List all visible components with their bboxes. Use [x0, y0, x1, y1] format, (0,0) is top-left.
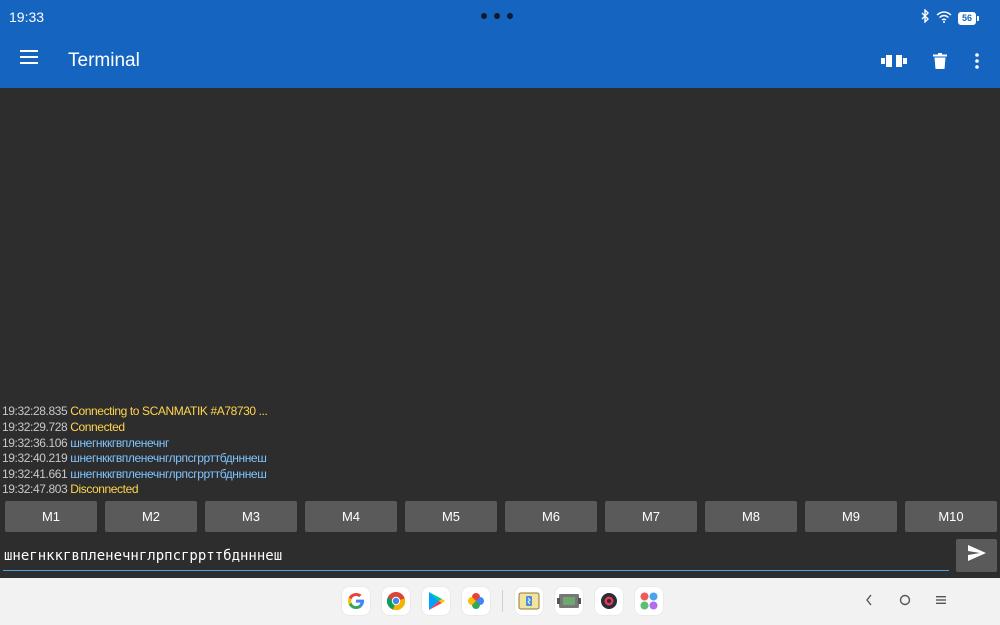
system-taskbar: [0, 578, 1000, 625]
log-message: шнегнккгвпленечнг: [70, 435, 169, 450]
play-store-app-icon[interactable]: [422, 587, 450, 615]
scanner-app-icon[interactable]: [555, 587, 583, 615]
log-timestamp: 19:32:41.661: [2, 466, 68, 481]
log-timestamp: 19:32:29.728: [2, 420, 68, 435]
macro-button-m2[interactable]: M2: [105, 501, 197, 532]
trash-icon[interactable]: [926, 49, 954, 73]
log-message: шнегнккгвпленечнглрпсгррттбднннеш: [70, 466, 267, 481]
dock-divider: [502, 590, 503, 612]
chrome-app-icon[interactable]: [382, 587, 410, 615]
log-line: 19:32:40.219 шнегнккгвпленечнглрпсгррттб…: [2, 451, 267, 467]
log-timestamp: 19:32:47.803: [2, 482, 68, 497]
battery-icon: 56: [957, 12, 980, 25]
status-indicators: 56: [920, 8, 980, 28]
log-timestamp: 19:32:36.106: [2, 435, 68, 450]
google-app-icon[interactable]: [342, 587, 370, 615]
app-drawer-icon[interactable]: [635, 587, 663, 615]
macro-button-m9[interactable]: M9: [805, 501, 897, 532]
hamburger-menu-icon[interactable]: [20, 50, 40, 70]
terminal-output[interactable]: 19:32:28.835 Connecting to SCANMATIK #A7…: [0, 88, 1000, 498]
connect-toggle-icon[interactable]: [880, 49, 908, 73]
macro-button-m8[interactable]: M8: [705, 501, 797, 532]
log-message: шнегнккгвпленечнглрпсгррттбднннеш: [70, 451, 267, 466]
send-input[interactable]: [3, 541, 949, 571]
overflow-menu-icon[interactable]: [972, 49, 982, 73]
status-time: 19:33: [9, 9, 45, 25]
terminal-log: 19:32:28.835 Connecting to SCANMATIK #A7…: [2, 404, 268, 498]
send-button[interactable]: [956, 539, 997, 572]
send-icon: [967, 544, 987, 567]
bluetooth-icon: [920, 8, 930, 28]
app-toolbar: Terminal: [0, 33, 1000, 88]
macro-button-m1[interactable]: M1: [5, 501, 97, 532]
log-message: Disconnected: [70, 482, 139, 497]
page-title: Terminal: [68, 50, 140, 71]
log-timestamp: 19:32:28.835: [2, 404, 68, 419]
log-message: Connecting to SCANMATIK #A78730 ...: [70, 404, 268, 419]
camera-app-icon[interactable]: [595, 587, 623, 615]
log-line: 19:32:47.803 Disconnected: [2, 482, 267, 498]
log-message: Connected: [70, 420, 125, 435]
recents-icon[interactable]: [934, 590, 948, 610]
multitask-dots[interactable]: [481, 13, 513, 19]
log-line: 19:32:41.661 шнегнккгвпленечнглрпсгррттб…: [2, 467, 267, 483]
app-dock: [342, 587, 663, 615]
back-icon[interactable]: [862, 590, 876, 610]
serial-bluetooth-terminal-app-icon[interactable]: [515, 587, 543, 615]
macro-button-m10[interactable]: M10: [905, 501, 997, 532]
macro-button-m4[interactable]: M4: [305, 501, 397, 532]
home-icon[interactable]: [898, 590, 912, 610]
log-line: 19:32:29.728 Connected: [2, 420, 267, 436]
system-status-bar: 19:33 56: [0, 0, 1000, 33]
macro-button-m3[interactable]: M3: [205, 501, 297, 532]
photos-app-icon[interactable]: [462, 587, 490, 615]
macro-button-m6[interactable]: M6: [505, 501, 597, 532]
macro-button-m5[interactable]: M5: [405, 501, 497, 532]
log-line: 19:32:36.106 шнегнккгвпленечнг: [2, 436, 267, 452]
send-row: [0, 537, 1000, 577]
navigation-keys: [862, 590, 948, 610]
macro-button-bar: M1 M2 M3 M4 M5 M6 M7 M8 M9 M10: [5, 501, 997, 532]
macro-button-m7[interactable]: M7: [605, 501, 697, 532]
log-line: 19:32:28.835 Connecting to SCANMATIK #A7…: [2, 404, 268, 420]
log-timestamp: 19:32:40.219: [2, 451, 68, 466]
wifi-icon: [936, 10, 952, 28]
